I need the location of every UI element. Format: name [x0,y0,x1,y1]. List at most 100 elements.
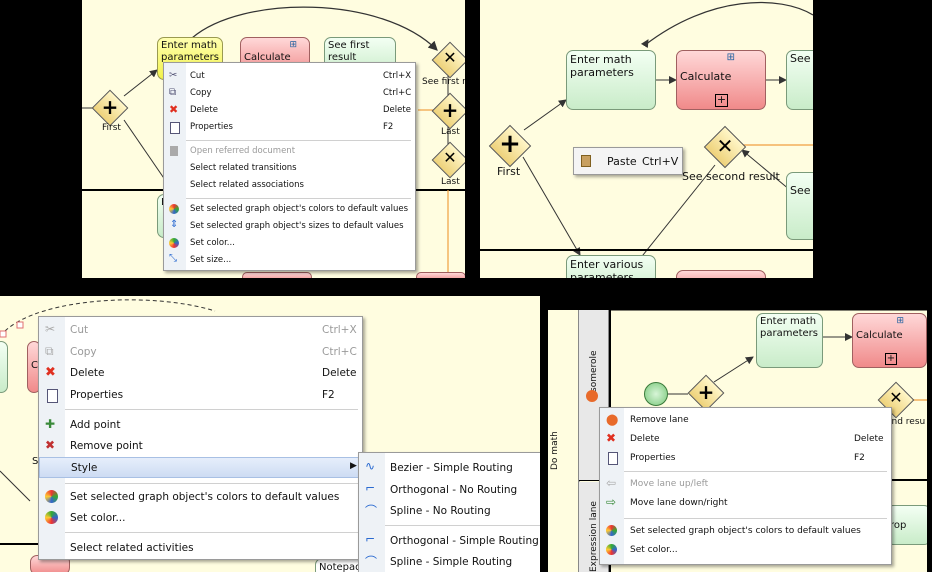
task-enter-various-parameters[interactable]: Enter various parameters [566,255,656,278]
delete-x-icon: ✖ [169,103,179,116]
submenu-item-spline-no[interactable]: ⌒ Spline - No Routing [359,502,540,520]
menu-item-select-related-associations[interactable]: Select related associations [164,178,415,193]
panel-graph-editor-4: Do math somerole Expression lane Enter m… [548,310,927,572]
submenu-item-spline-simple[interactable]: ⌒ Spline - Simple Routing [359,553,540,571]
scissors-icon: ✂ [45,322,56,336]
task-enter-math-parameters[interactable]: Enter math parameters [566,50,656,110]
task-calculate[interactable]: Calculate ⊞ + [676,50,766,110]
submenu-item-orthogonal-no[interactable]: ⌐ Orthogonal - No Routing [359,481,540,499]
menu-item-set-color[interactable]: Set color... [39,509,362,527]
menu-item-delete[interactable]: ✖ Delete Delete [164,103,415,118]
submenu-arrow-icon: ▶ [350,461,357,471]
label-last-1: Last [441,127,460,137]
menu-item-properties[interactable]: Properties F2 [600,450,891,466]
menu-separator [624,518,887,519]
role-icon [586,390,598,402]
task-calculate[interactable]: Calculate ⊞ + [852,313,927,368]
spline-routing-icon: ⌒ [365,504,378,518]
document-icon [170,146,178,156]
menu-item-set-default-colors[interactable]: Set selected graph object's colors to de… [600,523,891,539]
menu-item-select-related-transitions[interactable]: Select related transitions [164,161,415,176]
color-icon [169,238,179,248]
menu-item-open-referred-document[interactable]: Open referred document [164,144,415,159]
menu-item-delete[interactable]: ✖ Delete Delete [39,364,362,382]
spline-routing-icon: ⌒ [365,555,378,569]
arrow-down-right-icon: ⇨ [606,495,617,509]
label-first: First [102,123,121,133]
menu-item-copy[interactable]: ⧉ Copy Ctrl+C [164,86,415,101]
menu-separator [186,198,411,199]
bezier-routing-icon: ∿ [365,459,376,473]
menu-item-remove-lane[interactable]: ⬤ Remove lane [600,412,891,428]
context-menu-lane: ⬤ Remove lane ✖ Delete Delete Properties… [599,407,892,565]
menu-separator [65,409,358,410]
task-stub-bottom-right[interactable] [416,272,465,278]
remove-lane-icon: ⬤ [606,413,619,426]
menu-item-set-color[interactable]: Set color... [600,542,891,558]
menu-item-select-related-activities[interactable]: Select related activities [39,539,362,557]
subprocess-network-icon: ⊞ [726,52,735,63]
clipboard-icon [581,155,591,167]
panel-graph-editor-2: Enter math parameters Calculate ⊞ + See … [480,0,813,278]
menu-item-add-point[interactable]: ✚ Add point [39,416,362,434]
task-see-first-result[interactable]: See f [786,50,813,110]
remove-point-icon: ✖ [45,438,56,452]
color-icon [45,511,58,524]
menu-item-cut[interactable]: ✂ Cut Ctrl+X [164,69,415,84]
menu-separator [186,140,411,141]
task-stub-bottom[interactable] [676,270,766,278]
task-stub-left[interactable] [0,341,8,393]
menu-item-move-lane-down-right[interactable]: ⇨ Move lane down/right [600,495,891,511]
menu-item-remove-point[interactable]: ✖ Remove point [39,437,362,455]
subprocess-marker-icon: + [715,93,728,107]
plus-icon: + [499,129,521,159]
lane-label-expression-lane: Expression lane [589,501,599,572]
x-icon: ✕ [443,48,457,67]
menu-item-properties[interactable]: Properties F2 [39,386,362,404]
panel-graph-editor-1: Enter math parameters Calculate ⊞ See fir… [82,0,465,278]
menu-item-set-default-colors[interactable]: Set selected graph object's colors to de… [164,202,415,217]
task-stub-right[interactable]: rop [886,505,927,545]
context-menu-task: ✂ Cut Ctrl+X ⧉ Copy Ctrl+C ✖ Delete Dele… [163,62,416,271]
context-menu-transition: ✂ Cut Ctrl+X ⧉ Copy Ctrl+C ✖ Delete Dele… [38,316,363,560]
size-icon: ⤡ [169,253,177,264]
label-see-first-res: See first res [422,77,465,87]
menu-item-set-size[interactable]: ⤡ Set size... [164,253,415,268]
panel2-connections [480,1,813,266]
start-event[interactable] [644,382,668,406]
menu-item-set-default-colors[interactable]: Set selected graph object's colors to de… [39,488,362,506]
menu-item-style[interactable]: Style ▶ [39,457,362,478]
plus-icon: + [441,98,459,122]
lane-label-do-math: Do math [550,431,560,470]
menu-item-set-default-sizes[interactable]: ⇕ Set selected graph object's sizes to d… [164,219,415,234]
plus-icon: + [101,95,119,119]
paste-popup-menu: Paste Ctrl+V [573,147,683,175]
menu-item-paste[interactable]: Paste Ctrl+V [574,154,682,170]
orthogonal-routing-icon: ⌐ [365,532,376,546]
menu-item-cut[interactable]: ✂ Cut Ctrl+X [39,321,362,339]
copy-icon: ⧉ [169,87,177,98]
x-icon: ✕ [716,134,734,158]
menu-item-copy[interactable]: ⧉ Copy Ctrl+C [39,343,362,361]
menu-item-delete[interactable]: ✖ Delete Delete [600,431,891,447]
task-stub-bottom[interactable] [242,272,312,278]
menu-item-move-lane-up-left[interactable]: ⇦ Move lane up/left [600,476,891,492]
task-see-second-result[interactable]: See s [786,172,813,240]
properties-icon [47,389,58,403]
submenu-item-orthogonal-simple[interactable]: ⌐ Orthogonal - Simple Routing [359,532,540,550]
lane-label-somerole: somerole [589,350,599,392]
delete-x-icon: ✖ [606,431,617,445]
panel-graph-editor-3: C S Notepad ✂ Cut Ctrl+X ⧉ Copy Ctrl+C ✖… [0,296,540,572]
palette-icon [169,204,179,214]
palette-icon [606,525,617,536]
orthogonal-routing-icon: ⌐ [365,481,376,495]
subprocess-marker-icon: + [885,353,897,365]
submenu-item-bezier-simple[interactable]: ∿ Bezier - Simple Routing [359,459,540,477]
menu-item-set-color[interactable]: Set color... [164,236,415,251]
menu-item-properties[interactable]: Properties F2 [164,120,415,135]
add-point-icon: ✚ [45,417,56,431]
plus-icon: + [697,380,715,404]
label-last-2: Last [441,177,460,187]
task-enter-math-parameters[interactable]: Enter math parameters [756,313,823,368]
x-icon: ✕ [889,388,903,407]
